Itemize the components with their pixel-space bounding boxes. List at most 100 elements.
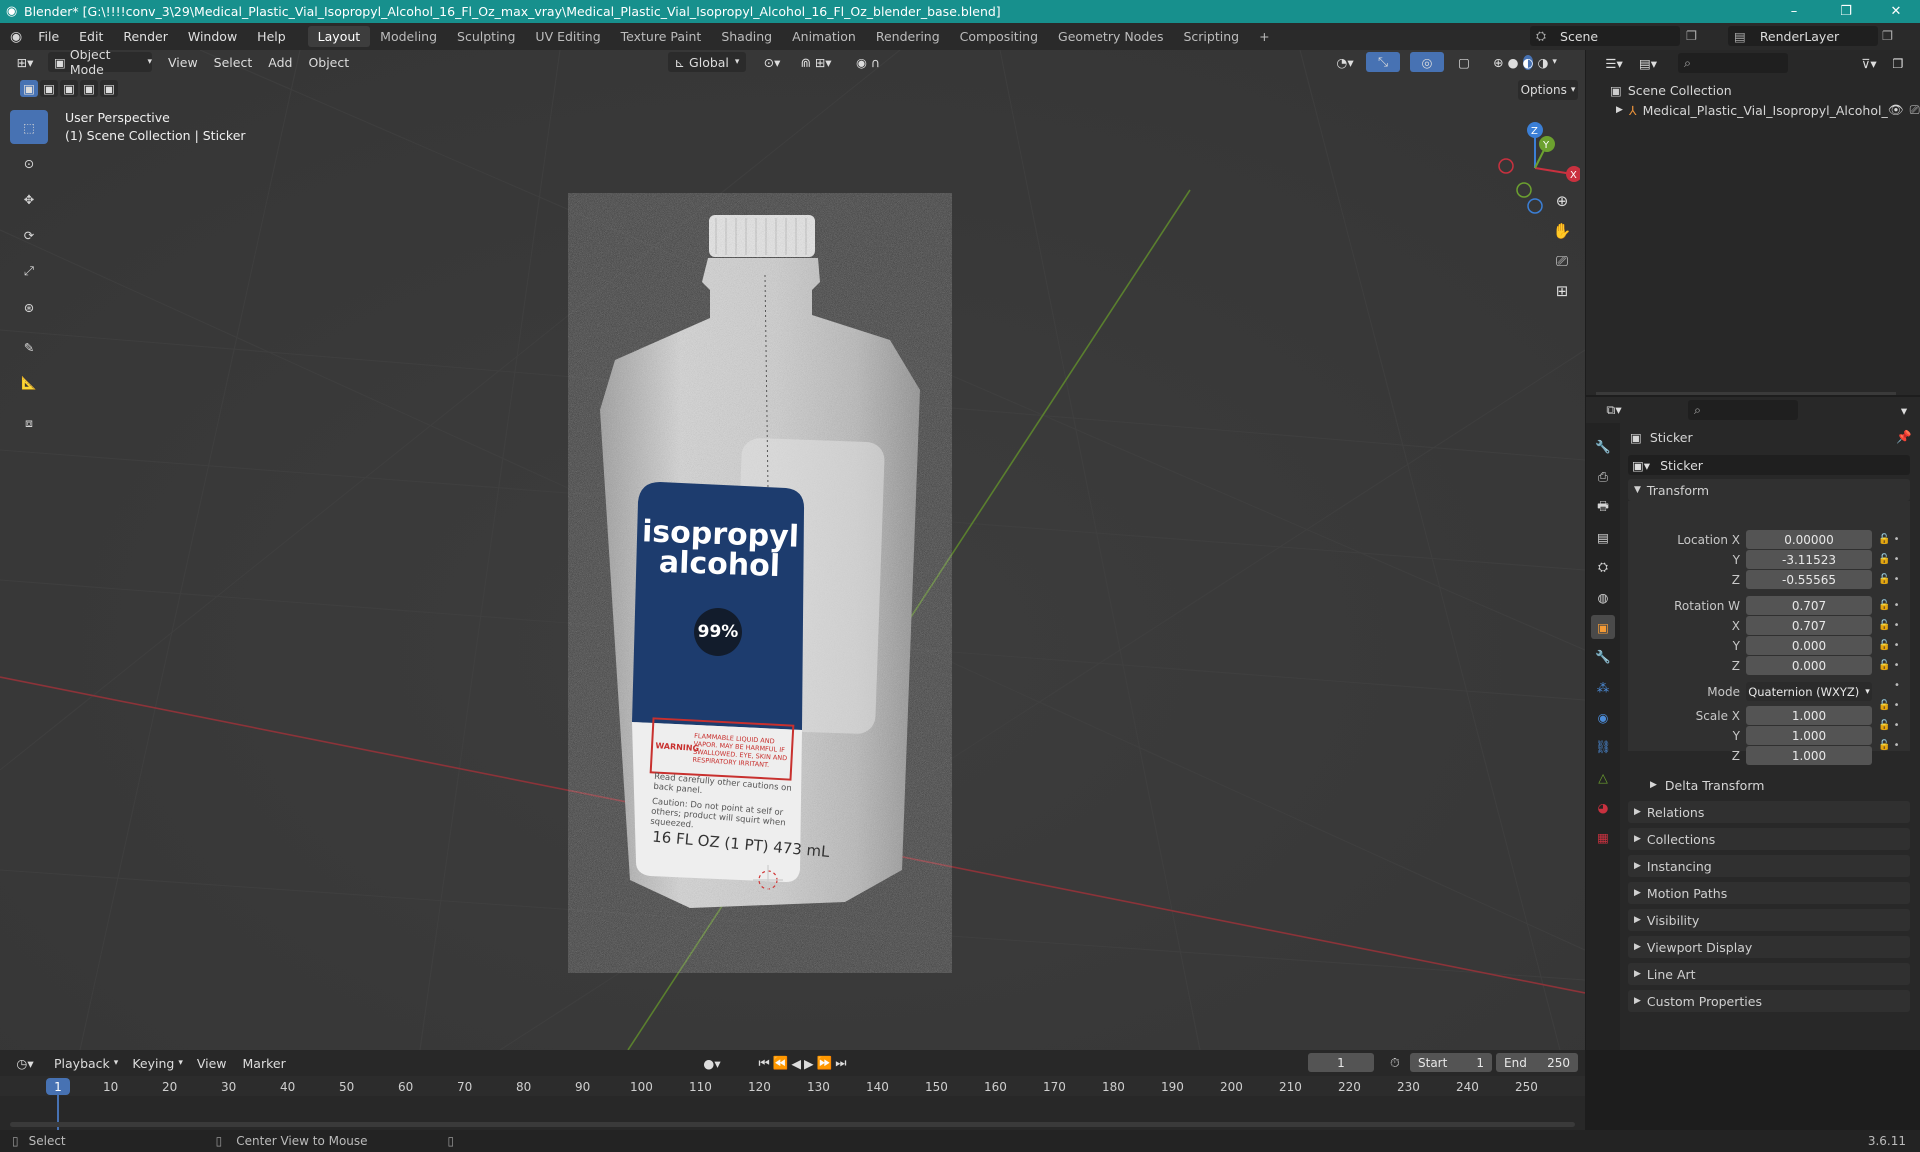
properties-search-input[interactable]: ⌕ <box>1688 400 1798 420</box>
data-tab-icon[interactable]: △ <box>1591 765 1615 789</box>
play-reverse-icon[interactable]: ◀ <box>791 1056 804 1071</box>
rotation-w-field[interactable]: 0.707 <box>1746 596 1872 615</box>
texture-tab-icon[interactable]: ▦ <box>1591 825 1615 849</box>
transform-orientation-selector[interactable]: ⊾ Global ▾ <box>668 52 746 72</box>
snap-icon[interactable]: ⋒ ⊞▾ <box>792 52 840 72</box>
camera-render-icon[interactable]: ⎚ <box>1910 102 1920 118</box>
menu-window[interactable]: Window <box>178 29 247 44</box>
location-z-field[interactable]: -0.55565 <box>1746 570 1872 589</box>
perspective-toggle-icon[interactable]: ⊞ <box>1549 278 1575 304</box>
rendered-shading-icon[interactable]: ◑ <box>1537 55 1548 70</box>
panel-instancing[interactable]: ▶ Instancing <box>1628 855 1910 877</box>
select-new-icon[interactable]: ▣ <box>20 80 38 97</box>
scale-x-field[interactable]: 1.000 <box>1746 706 1872 725</box>
viewport-add-menu[interactable]: Add <box>264 52 296 72</box>
current-frame-field[interactable]: 1 <box>1308 1053 1374 1072</box>
select-intersect-icon[interactable]: ▣ <box>100 80 118 97</box>
particles-tab-icon[interactable]: ⁂ <box>1591 675 1615 699</box>
record-keyframe-icon[interactable]: ●▾ <box>700 1053 724 1073</box>
select-invert-icon[interactable]: ▣ <box>80 80 98 97</box>
menu-help[interactable]: Help <box>247 29 296 44</box>
new-view-layer-icon[interactable]: ❐ <box>1882 28 1893 43</box>
tab-animation[interactable]: Animation <box>782 26 866 47</box>
expand-arrow-icon[interactable]: ▶ <box>1616 105 1623 115</box>
editor-type-icon[interactable]: ⊞▾ <box>10 52 40 72</box>
maximize-button[interactable]: ❐ <box>1824 0 1868 23</box>
playhead-frame-indicator[interactable]: 1 <box>46 1078 70 1095</box>
outliner-row-object[interactable]: ▶ ⅄ Medical_Plastic_Vial_Isopropyl_Alcoh… <box>1586 100 1920 120</box>
timeline-view-menu[interactable]: View <box>193 1053 231 1073</box>
world-tab-icon[interactable]: ◍ <box>1591 585 1615 609</box>
scale-y-field[interactable]: 1.000 <box>1746 726 1872 745</box>
outliner-scrollbar[interactable] <box>1596 392 1896 395</box>
object-tab-icon[interactable]: ▣ <box>1591 615 1615 639</box>
pin-icon[interactable]: 📌 <box>1896 429 1912 445</box>
playback-menu[interactable]: Playback ▾ <box>50 1053 122 1073</box>
select-extend-icon[interactable]: ▣ <box>40 80 58 97</box>
tab-compositing[interactable]: Compositing <box>950 26 1048 47</box>
new-collection-icon[interactable]: ❐ <box>1888 53 1908 73</box>
tab-modeling[interactable]: Modeling <box>370 26 447 47</box>
stopwatch-icon[interactable]: ⏱ <box>1390 1055 1400 1071</box>
cursor-tool-icon[interactable]: ⊙ <box>10 146 48 180</box>
wireframe-shading-icon[interactable]: ⊕ <box>1493 55 1503 70</box>
viewport-view-menu[interactable]: View <box>164 52 202 72</box>
tab-uv-editing[interactable]: UV Editing <box>525 26 610 47</box>
outliner-editor-icon[interactable]: ☰▾ <box>1600 53 1628 73</box>
rotation-x-field[interactable]: 0.707 <box>1746 616 1872 635</box>
select-subtract-icon[interactable]: ▣ <box>60 80 78 97</box>
delta-transform-subpanel[interactable]: ▶ Delta Transform <box>1640 775 1764 795</box>
tab-geometry-nodes[interactable]: Geometry Nodes <box>1048 26 1173 47</box>
3d-viewport[interactable]: isopropyl alcohol 99% WARNING FLAMMABLE … <box>0 50 1585 1050</box>
pan-hand-icon[interactable]: ✋ <box>1549 218 1575 244</box>
material-shading-icon[interactable]: ◐ <box>1522 54 1534 70</box>
object-name-field[interactable]: ▣▾ Sticker <box>1628 455 1910 475</box>
keying-menu[interactable]: Keying ▾ <box>128 1053 187 1073</box>
rotate-tool-icon[interactable]: ⟳ <box>10 218 48 252</box>
rotation-y-field[interactable]: 0.000 <box>1746 636 1872 655</box>
viewport-select-menu[interactable]: Select <box>210 52 257 72</box>
menu-file[interactable]: File <box>28 29 69 44</box>
keyframe-dot-icon[interactable]: • <box>1894 676 1914 696</box>
play-icon[interactable]: ▶ <box>804 1056 817 1071</box>
tool-tab-icon[interactable]: 🔧 <box>1591 435 1615 459</box>
output-tab-icon[interactable]: 🖶 <box>1591 495 1615 519</box>
outliner-row-scene-collection[interactable]: ▣ Scene Collection <box>1586 80 1920 100</box>
mode-selector[interactable]: ▣ Object Mode ▾ <box>48 50 152 77</box>
new-scene-icon[interactable]: ❐ <box>1686 28 1697 43</box>
panel-visibility[interactable]: ▶ Visibility <box>1628 909 1910 931</box>
annotate-tool-icon[interactable]: ✎ <box>10 330 48 364</box>
zoom-icon[interactable]: ⊕ <box>1549 188 1575 214</box>
viewport-object-menu[interactable]: Object <box>304 52 353 72</box>
pivot-point-icon[interactable]: ⊙▾ <box>756 52 788 72</box>
prev-keyframe-icon[interactable]: ⏪ <box>773 1055 792 1071</box>
panel-line-art[interactable]: ▶ Line Art <box>1628 963 1910 985</box>
xray-icon[interactable]: ▢ <box>1456 52 1472 72</box>
tab-layout[interactable]: Layout <box>307 26 371 47</box>
lock-icon[interactable]: 🔓 • <box>1878 716 1914 736</box>
eye-visibility-icon[interactable]: 👁 <box>1888 102 1904 118</box>
rotation-mode-dropdown[interactable]: Quaternion (WXYZ) ▾ <box>1746 682 1872 701</box>
panel-collections[interactable]: ▶ Collections <box>1628 828 1910 850</box>
lock-icon[interactable]: 🔓 • <box>1878 570 1914 590</box>
rotation-z-field[interactable]: 0.000 <box>1746 656 1872 675</box>
modifiers-tab-icon[interactable]: 🔧 <box>1591 645 1615 669</box>
shading-modes[interactable]: ⊕ ● ◐ ◑ ▾ <box>1480 52 1570 72</box>
close-button[interactable]: ✕ <box>1874 0 1918 23</box>
panel-custom-properties[interactable]: ▶ Custom Properties <box>1628 990 1910 1012</box>
options-dropdown[interactable]: Options ▾ <box>1518 80 1578 100</box>
lock-icon[interactable]: 🔓 • <box>1878 596 1914 616</box>
overlay-toggle-icon[interactable]: ◎ <box>1410 52 1444 72</box>
render-tab-icon[interactable]: ⎙ <box>1591 465 1615 489</box>
move-tool-icon[interactable]: ✥ <box>10 182 48 216</box>
next-keyframe-icon[interactable]: ⏩ <box>817 1055 836 1071</box>
transform-tool-icon[interactable]: ⊛ <box>10 290 48 324</box>
scale-tool-icon[interactable]: ⤢ <box>10 254 48 288</box>
display-mode-icon[interactable]: ▤▾ <box>1634 53 1662 73</box>
proportional-edit-icon[interactable]: ◉ ∩ <box>848 52 888 72</box>
filter-icon[interactable]: ⊽▾ <box>1854 53 1884 73</box>
menu-render[interactable]: Render <box>113 29 178 44</box>
visibility-icon[interactable]: ◔▾ <box>1330 52 1360 72</box>
tab-rendering[interactable]: Rendering <box>866 26 950 47</box>
panel-viewport-display[interactable]: ▶ Viewport Display <box>1628 936 1910 958</box>
